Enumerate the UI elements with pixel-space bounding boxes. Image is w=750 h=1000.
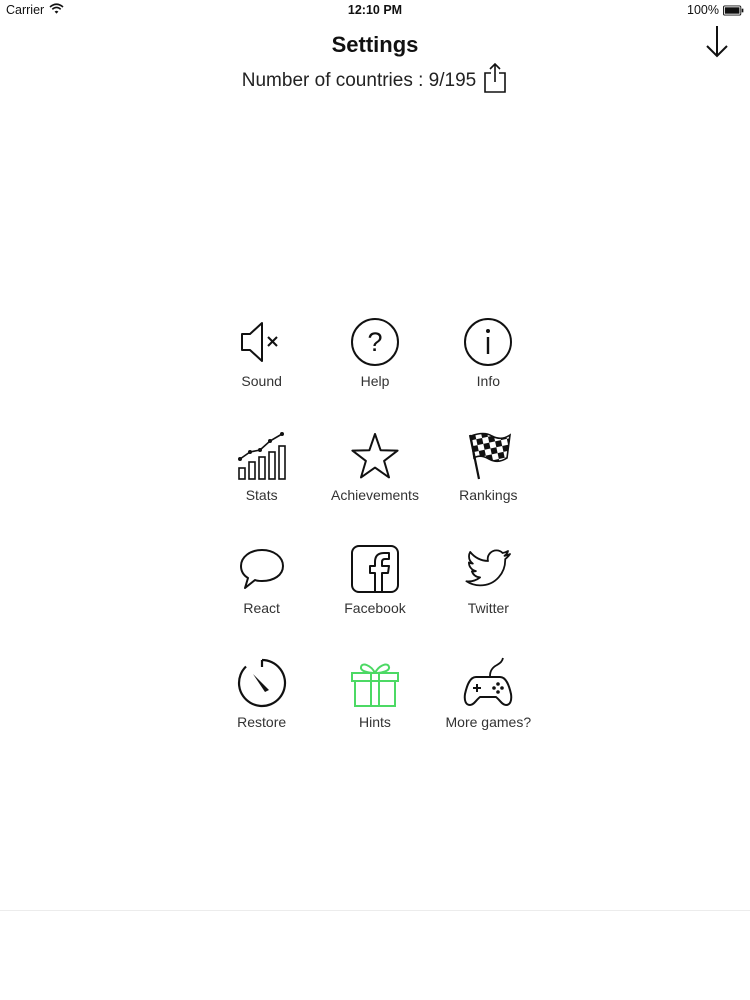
status-time: 12:10 PM	[347, 3, 403, 17]
info-label: Info	[476, 373, 500, 389]
status-bar: Carrier 12:10 PM 100%	[0, 0, 750, 20]
download-button[interactable]	[702, 24, 732, 60]
rankings-button[interactable]: Rankings	[432, 430, 545, 544]
info-circle-icon	[462, 316, 514, 368]
question-circle-icon: ?	[349, 316, 401, 368]
restore-label: Restore	[237, 713, 287, 730]
stats-button[interactable]: Stats	[205, 430, 318, 544]
sound-button[interactable]: Sound	[205, 316, 318, 430]
countries-count-text: Number of countries : 9/195	[241, 70, 477, 91]
twitter-button[interactable]: Twitter	[432, 543, 545, 657]
hints-label: Hints	[359, 713, 391, 730]
hints-button[interactable]: Hints	[318, 657, 431, 771]
status-right: 100%	[687, 3, 744, 17]
help-label: Help	[360, 373, 390, 389]
achievements-label: Achievements	[331, 486, 419, 503]
facebook-label: Facebook	[344, 600, 406, 616]
timer-icon	[236, 657, 288, 709]
speech-bubble-icon	[236, 543, 288, 595]
more-games-button[interactable]: More games?	[432, 657, 545, 771]
achievements-button[interactable]: Achievements	[318, 430, 431, 544]
react-button[interactable]: React	[205, 543, 318, 657]
gamepad-icon	[462, 657, 514, 709]
restore-button[interactable]: Restore	[205, 657, 318, 771]
stats-label: Stats	[245, 486, 278, 503]
share-icon	[484, 62, 507, 93]
battery-percent: 100%	[687, 3, 719, 17]
bottom-divider	[0, 910, 750, 911]
gift-icon	[349, 657, 401, 709]
battery-icon	[723, 4, 744, 16]
svg-text:?: ?	[367, 327, 382, 357]
checkered-flag-icon	[462, 430, 514, 482]
react-label: React	[243, 600, 280, 616]
facebook-icon	[349, 543, 401, 595]
info-button[interactable]: Info	[432, 316, 545, 430]
share-button[interactable]	[482, 62, 508, 94]
settings-grid: Sound ? Help Info Stats Achievements Ran…	[205, 316, 545, 770]
countries-count: Number of countries : 9/195	[0, 62, 750, 94]
rankings-label: Rankings	[459, 486, 518, 503]
bar-chart-icon	[236, 430, 288, 482]
more-games-label: More games?	[445, 713, 532, 730]
down-arrow-icon	[706, 26, 728, 58]
help-button[interactable]: ? Help	[318, 316, 431, 430]
speaker-muted-icon	[236, 316, 288, 368]
twitter-label: Twitter	[467, 600, 509, 616]
twitter-bird-icon	[462, 543, 514, 595]
sound-label: Sound	[241, 373, 282, 389]
facebook-button[interactable]: Facebook	[318, 543, 431, 657]
star-icon	[349, 430, 401, 482]
page-title: Settings	[331, 32, 419, 57]
